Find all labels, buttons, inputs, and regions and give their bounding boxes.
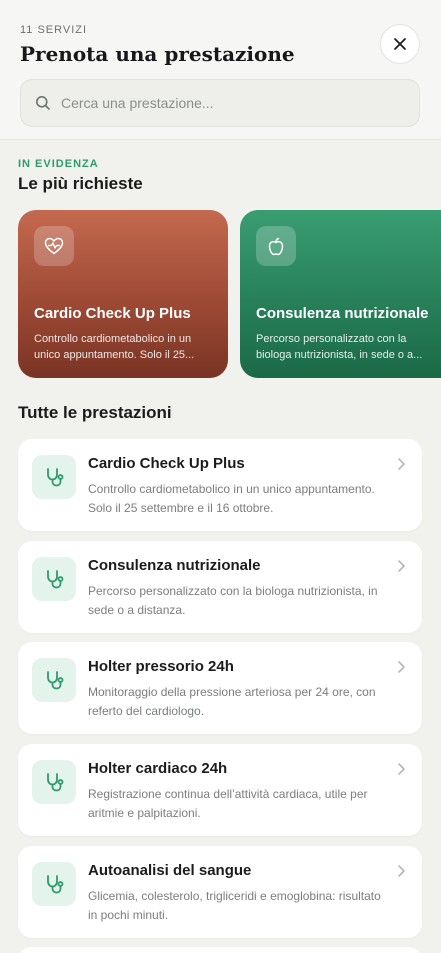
chevron-right-icon [398, 865, 405, 877]
stethoscope-icon [32, 862, 76, 906]
featured-card-title: Consulenza nutrizionale [256, 305, 429, 322]
heart-pulse-icon [34, 226, 74, 266]
featured-card-nutrizione[interactable]: Consulenza nutrizionale Percorso persona… [240, 210, 441, 378]
service-title: Autoanalisi del sangue [88, 862, 252, 879]
featured-card-desc-line: Controllo cardiometabolico in un [34, 333, 192, 345]
service-description: Percorso personalizzato con la biologa n… [88, 584, 378, 617]
search-input[interactable] [61, 95, 391, 111]
service-card[interactable]: Autoanalisi del sangue Glicemia, coleste… [18, 846, 422, 938]
service-card-partial[interactable] [18, 947, 422, 953]
search-bar[interactable] [20, 79, 420, 127]
chevron-right-icon [398, 560, 405, 572]
featured-section-title: Le più richieste [18, 174, 143, 193]
featured-card-cardio[interactable]: Cardio Check Up Plus Controllo cardiomet… [18, 210, 228, 378]
stethoscope-icon [32, 658, 76, 702]
stethoscope-icon [32, 760, 76, 804]
featured-card-description: Percorso personalizzato con la biologa n… [256, 331, 436, 363]
services-count: 11 SERVIZI [20, 24, 88, 36]
service-card[interactable]: Cardio Check Up Plus Controllo cardiomet… [18, 439, 422, 531]
service-card[interactable]: Holter pressorio 24h Monitoraggio della … [18, 642, 422, 734]
service-description: Controllo cardiometabolico in un unico a… [88, 482, 375, 515]
chevron-right-icon [398, 458, 405, 470]
page-title: Prenota una prestazione [20, 42, 295, 66]
service-description: Monitoraggio della pressione arteriosa p… [88, 685, 376, 718]
header: 11 SERVIZI Prenota una prestazione [0, 0, 441, 140]
chevron-right-icon [398, 763, 405, 775]
service-description: Registrazione continua dell’attività car… [88, 787, 368, 820]
stethoscope-icon [32, 455, 76, 499]
service-card[interactable]: Consulenza nutrizionale Percorso persona… [18, 541, 422, 633]
close-icon [394, 38, 406, 50]
featured-card-title: Cardio Check Up Plus [34, 305, 191, 322]
featured-eyebrow: IN EVIDENZA [18, 158, 99, 170]
featured-card-desc-line: biologa nutrizionista, in sede o a... [256, 349, 423, 361]
service-title: Holter cardiaco 24h [88, 760, 228, 777]
featured-card-description: Controllo cardiometabolico in un unico a… [34, 331, 214, 363]
service-title: Cardio Check Up Plus [88, 455, 245, 472]
all-services-title: Tutte le prestazioni [18, 403, 172, 422]
stethoscope-icon [32, 557, 76, 601]
apple-icon [256, 226, 296, 266]
service-title: Consulenza nutrizionale [88, 557, 261, 574]
service-card[interactable]: Holter cardiaco 24h Registrazione contin… [18, 744, 422, 836]
search-icon [36, 96, 50, 110]
featured-card-desc-line: unico appuntamento. Solo il 25... [34, 349, 195, 361]
chevron-right-icon [398, 661, 405, 673]
service-description: Glicemia, colesterolo, trigliceridi e em… [88, 889, 381, 922]
featured-card-desc-line: Percorso personalizzato con la [256, 333, 407, 345]
service-title: Holter pressorio 24h [88, 658, 234, 675]
close-button[interactable] [380, 24, 420, 64]
